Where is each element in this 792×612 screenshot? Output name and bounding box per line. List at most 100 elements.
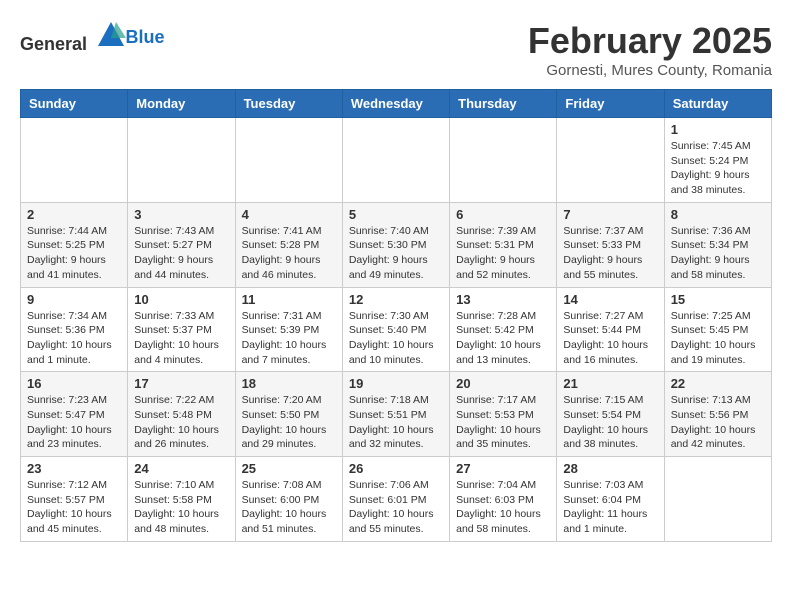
weekday-header-monday: Monday	[128, 90, 235, 118]
calendar-day-25: 25 Sunrise: 7:08 AM Sunset: 6:00 PM Dayli…	[235, 457, 342, 542]
calendar-empty-cell	[21, 118, 128, 203]
calendar-day-1: 1 Sunrise: 7:45 AM Sunset: 5:24 PM Daylig…	[664, 118, 771, 203]
calendar-table: SundayMondayTuesdayWednesdayThursdayFrid…	[20, 89, 772, 542]
day-number: 26	[349, 461, 443, 476]
day-number: 15	[671, 292, 765, 307]
calendar-empty-cell	[450, 118, 557, 203]
day-info: Sunrise: 7:12 AM Sunset: 5:57 PM Dayligh…	[27, 478, 121, 537]
weekday-header-thursday: Thursday	[450, 90, 557, 118]
calendar-day-27: 27 Sunrise: 7:04 AM Sunset: 6:03 PM Dayli…	[450, 457, 557, 542]
calendar-day-19: 19Sunrise: 7:18 AM Sunset: 5:51 PM Dayli…	[342, 372, 449, 457]
day-info: Sunrise: 7:25 AM Sunset: 5:45 PM Dayligh…	[671, 309, 765, 368]
logo-blue: Blue	[126, 27, 165, 48]
page-header: General Blue February 2025 Gornesti, Mur…	[20, 20, 772, 79]
day-info: Sunrise: 7:28 AM Sunset: 5:42 PM Dayligh…	[456, 309, 550, 368]
day-number: 28	[563, 461, 657, 476]
calendar-empty-cell	[235, 118, 342, 203]
calendar-day-12: 12 Sunrise: 7:30 AM Sunset: 5:40 PM Dayli…	[342, 287, 449, 372]
calendar-day-22: 22 Sunrise: 7:13 AM Sunset: 5:56 PM Dayli…	[664, 372, 771, 457]
day-info: Sunrise: 7:36 AM Sunset: 5:34 PM Dayligh…	[671, 224, 765, 283]
day-number: 3	[134, 207, 228, 222]
weekday-header-row: SundayMondayTuesdayWednesdayThursdayFrid…	[21, 90, 772, 118]
calendar-week-row: 23 Sunrise: 7:12 AM Sunset: 5:57 PM Dayli…	[21, 457, 772, 542]
calendar-day-21: 21 Sunrise: 7:15 AM Sunset: 5:54 PM Dayli…	[557, 372, 664, 457]
day-number: 8	[671, 207, 765, 222]
calendar-day-26: 26 Sunrise: 7:06 AM Sunset: 6:01 PM Dayli…	[342, 457, 449, 542]
day-number: 20	[456, 376, 550, 391]
calendar-week-row: 1 Sunrise: 7:45 AM Sunset: 5:24 PM Daylig…	[21, 118, 772, 203]
day-number: 13	[456, 292, 550, 307]
day-number: 1	[671, 122, 765, 137]
day-info: Sunrise: 7:22 AM Sunset: 5:48 PM Dayligh…	[134, 393, 228, 452]
weekday-header-saturday: Saturday	[664, 90, 771, 118]
calendar-day-10: 10 Sunrise: 7:33 AM Sunset: 5:37 PM Dayli…	[128, 287, 235, 372]
calendar-day-23: 23 Sunrise: 7:12 AM Sunset: 5:57 PM Dayli…	[21, 457, 128, 542]
calendar-empty-cell	[557, 118, 664, 203]
day-info: Sunrise: 7:40 AM Sunset: 5:30 PM Dayligh…	[349, 224, 443, 283]
day-number: 10	[134, 292, 228, 307]
calendar-day-16: 16 Sunrise: 7:23 AM Sunset: 5:47 PM Dayli…	[21, 372, 128, 457]
calendar-week-row: 16 Sunrise: 7:23 AM Sunset: 5:47 PM Dayli…	[21, 372, 772, 457]
calendar-empty-cell	[128, 118, 235, 203]
day-info: Sunrise: 7:33 AM Sunset: 5:37 PM Dayligh…	[134, 309, 228, 368]
day-info: Sunrise: 7:34 AM Sunset: 5:36 PM Dayligh…	[27, 309, 121, 368]
calendar-day-4: 4 Sunrise: 7:41 AM Sunset: 5:28 PM Daylig…	[235, 202, 342, 287]
day-number: 21	[563, 376, 657, 391]
calendar-day-2: 2Sunrise: 7:44 AM Sunset: 5:25 PM Daylig…	[21, 202, 128, 287]
day-number: 7	[563, 207, 657, 222]
day-number: 14	[563, 292, 657, 307]
day-info: Sunrise: 7:31 AM Sunset: 5:39 PM Dayligh…	[242, 309, 336, 368]
day-number: 4	[242, 207, 336, 222]
day-number: 11	[242, 292, 336, 307]
calendar-day-9: 9 Sunrise: 7:34 AM Sunset: 5:36 PM Daylig…	[21, 287, 128, 372]
day-info: Sunrise: 7:30 AM Sunset: 5:40 PM Dayligh…	[349, 309, 443, 368]
day-info: Sunrise: 7:04 AM Sunset: 6:03 PM Dayligh…	[456, 478, 550, 537]
day-number: 23	[27, 461, 121, 476]
title-section: February 2025 Gornesti, Mures County, Ro…	[528, 20, 772, 79]
day-number: 18	[242, 376, 336, 391]
calendar-day-8: 8 Sunrise: 7:36 AM Sunset: 5:34 PM Daylig…	[664, 202, 771, 287]
calendar-day-6: 6Sunrise: 7:39 AM Sunset: 5:31 PM Daylig…	[450, 202, 557, 287]
logo-icon	[96, 20, 126, 50]
day-info: Sunrise: 7:23 AM Sunset: 5:47 PM Dayligh…	[27, 393, 121, 452]
day-info: Sunrise: 7:03 AM Sunset: 6:04 PM Dayligh…	[563, 478, 657, 537]
day-info: Sunrise: 7:20 AM Sunset: 5:50 PM Dayligh…	[242, 393, 336, 452]
day-info: Sunrise: 7:15 AM Sunset: 5:54 PM Dayligh…	[563, 393, 657, 452]
logo: General Blue	[20, 20, 165, 55]
day-info: Sunrise: 7:44 AM Sunset: 5:25 PM Dayligh…	[27, 224, 121, 283]
calendar-day-7: 7 Sunrise: 7:37 AM Sunset: 5:33 PM Daylig…	[557, 202, 664, 287]
logo-general: General	[20, 34, 87, 54]
day-info: Sunrise: 7:13 AM Sunset: 5:56 PM Dayligh…	[671, 393, 765, 452]
day-number: 24	[134, 461, 228, 476]
weekday-header-tuesday: Tuesday	[235, 90, 342, 118]
day-number: 22	[671, 376, 765, 391]
calendar-day-24: 24Sunrise: 7:10 AM Sunset: 5:58 PM Dayli…	[128, 457, 235, 542]
calendar-day-15: 15 Sunrise: 7:25 AM Sunset: 5:45 PM Dayli…	[664, 287, 771, 372]
month-title: February 2025	[528, 20, 772, 62]
calendar-day-20: 20Sunrise: 7:17 AM Sunset: 5:53 PM Dayli…	[450, 372, 557, 457]
day-number: 17	[134, 376, 228, 391]
calendar-day-3: 3 Sunrise: 7:43 AM Sunset: 5:27 PM Daylig…	[128, 202, 235, 287]
calendar-day-17: 17 Sunrise: 7:22 AM Sunset: 5:48 PM Dayli…	[128, 372, 235, 457]
day-info: Sunrise: 7:43 AM Sunset: 5:27 PM Dayligh…	[134, 224, 228, 283]
day-info: Sunrise: 7:27 AM Sunset: 5:44 PM Dayligh…	[563, 309, 657, 368]
day-number: 9	[27, 292, 121, 307]
day-info: Sunrise: 7:37 AM Sunset: 5:33 PM Dayligh…	[563, 224, 657, 283]
calendar-empty-cell	[342, 118, 449, 203]
day-number: 27	[456, 461, 550, 476]
weekday-header-sunday: Sunday	[21, 90, 128, 118]
day-number: 16	[27, 376, 121, 391]
calendar-day-5: 5 Sunrise: 7:40 AM Sunset: 5:30 PM Daylig…	[342, 202, 449, 287]
day-info: Sunrise: 7:08 AM Sunset: 6:00 PM Dayligh…	[242, 478, 336, 537]
calendar-empty-cell	[664, 457, 771, 542]
calendar-day-18: 18 Sunrise: 7:20 AM Sunset: 5:50 PM Dayli…	[235, 372, 342, 457]
day-info: Sunrise: 7:39 AM Sunset: 5:31 PM Dayligh…	[456, 224, 550, 283]
day-info: Sunrise: 7:06 AM Sunset: 6:01 PM Dayligh…	[349, 478, 443, 537]
day-number: 5	[349, 207, 443, 222]
day-number: 25	[242, 461, 336, 476]
day-info: Sunrise: 7:45 AM Sunset: 5:24 PM Dayligh…	[671, 139, 765, 198]
day-info: Sunrise: 7:41 AM Sunset: 5:28 PM Dayligh…	[242, 224, 336, 283]
weekday-header-friday: Friday	[557, 90, 664, 118]
weekday-header-wednesday: Wednesday	[342, 90, 449, 118]
day-number: 12	[349, 292, 443, 307]
